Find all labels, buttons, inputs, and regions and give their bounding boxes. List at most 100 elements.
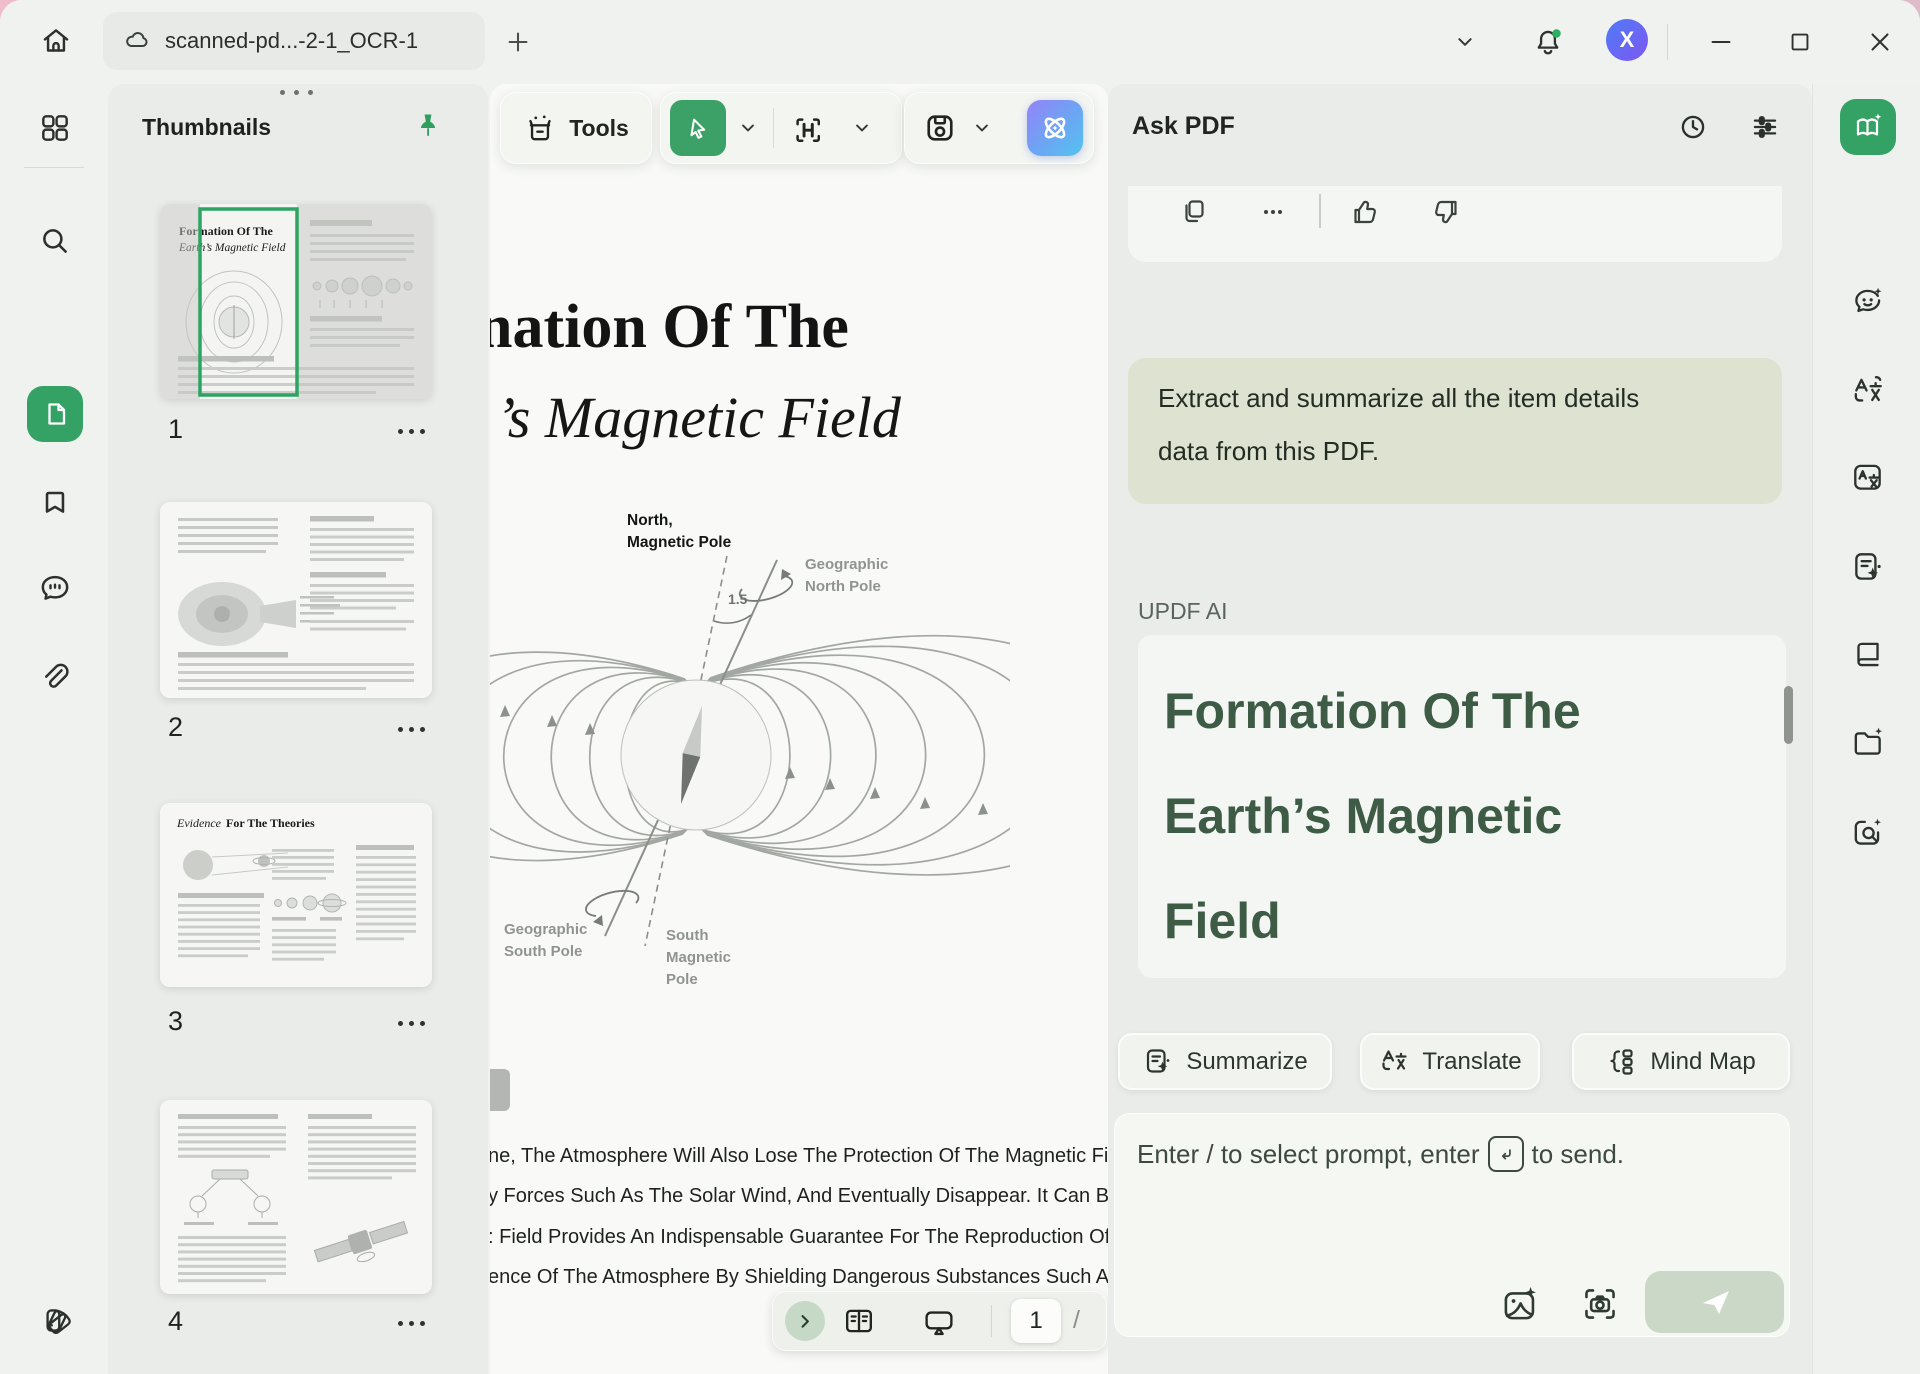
- copy-button[interactable]: [1178, 196, 1210, 228]
- minimize-button[interactable]: [1697, 18, 1745, 66]
- rail-item-reading-mode[interactable]: [1840, 627, 1896, 683]
- svg-text:North,: North,: [627, 512, 673, 529]
- document-tab[interactable]: scanned-pd...-2-1_OCR-1: [103, 12, 485, 70]
- translate-button[interactable]: Translate: [1360, 1033, 1540, 1090]
- placeholder-before: Enter / to select prompt, enter: [1137, 1139, 1480, 1170]
- two-page-view-button[interactable]: [841, 1303, 877, 1339]
- sidebar-item-comments[interactable]: [27, 559, 83, 615]
- pointer-icon: [683, 113, 713, 143]
- attach-image-button[interactable]: [1498, 1282, 1542, 1326]
- thumbnail-3-menu[interactable]: [398, 1021, 425, 1026]
- notifications-button[interactable]: [1524, 18, 1572, 66]
- page-controls-divider: [991, 1305, 992, 1337]
- thumbnail-2-menu[interactable]: [398, 727, 425, 732]
- save-dropdown[interactable]: [969, 115, 995, 141]
- heading-icon: [787, 109, 827, 149]
- send-button[interactable]: [1645, 1271, 1784, 1333]
- summarize-button[interactable]: Summarize: [1118, 1033, 1332, 1090]
- horizontal-scroll-handle[interactable]: [490, 1069, 510, 1111]
- right-sidebar: [1812, 84, 1920, 1374]
- thumbnail-page-4-preview: [160, 1100, 432, 1294]
- thumbnail-2-number: 2: [168, 712, 183, 743]
- thumbnail-page-4[interactable]: [160, 1100, 432, 1294]
- sidebar-item-apps[interactable]: [27, 100, 83, 156]
- thumbnail-page-1-preview: Formation Of The Earth’s Magnetic Field: [160, 204, 432, 399]
- ai-sender-label: UPDF AI: [1138, 598, 1227, 625]
- thumbs-down-button[interactable]: [1430, 196, 1462, 228]
- maximize-icon: [1786, 28, 1814, 56]
- sidebar-item-bookmarks[interactable]: [27, 474, 83, 530]
- copy-icon: [1178, 196, 1210, 228]
- new-tab-button[interactable]: [498, 22, 538, 62]
- svg-text:Geographic: Geographic: [805, 556, 888, 573]
- more-icon: [1257, 196, 1289, 228]
- plus-icon: [503, 27, 533, 57]
- tools-button[interactable]: Tools: [500, 92, 652, 164]
- ai-translate-icon: [1850, 374, 1886, 410]
- palette-icon: [37, 1302, 73, 1338]
- rail-item-ai-files[interactable]: [1840, 715, 1896, 771]
- thumbnail-page-1[interactable]: Formation Of The Earth’s Magnetic Field: [160, 204, 432, 399]
- expand-panel-button[interactable]: [785, 1301, 825, 1341]
- rail-item-ai-search[interactable]: [1840, 805, 1896, 861]
- ai-assistant-button[interactable]: [1027, 100, 1083, 156]
- avatar[interactable]: X: [1606, 19, 1648, 61]
- heading-tool-button[interactable]: [787, 109, 827, 149]
- rail-item-ask-pdf[interactable]: [1840, 99, 1896, 155]
- screenshot-button[interactable]: [1578, 1282, 1622, 1326]
- thumbs-up-button[interactable]: [1349, 196, 1381, 228]
- panel-drag-handle[interactable]: [280, 90, 313, 95]
- thumbnail-page-3[interactable]: Evidence For The Theories: [160, 803, 432, 987]
- rail-item-image-translate[interactable]: [1840, 449, 1896, 505]
- rail-item-ai-summary[interactable]: [1840, 539, 1896, 595]
- select-tool-dropdown[interactable]: [735, 115, 761, 141]
- thumbnail-1-menu[interactable]: [398, 429, 425, 434]
- thumbnail-4-menu[interactable]: [398, 1321, 425, 1326]
- ai-response-line1: Formation Of The: [1164, 659, 1766, 764]
- ask-pdf-title: Ask PDF: [1132, 112, 1235, 141]
- rail-item-translate[interactable]: [1840, 364, 1896, 420]
- document-title-line2: ’s Magnetic Field: [496, 384, 901, 451]
- sidebar-item-themes[interactable]: [27, 1292, 83, 1348]
- thumbnail-page-2-preview: [160, 502, 432, 698]
- page-controls-bar: 1 /: [772, 1291, 1107, 1351]
- ai-response-card: Formation Of The Earth’s Magnetic Field: [1138, 635, 1786, 978]
- presentation-button[interactable]: [921, 1303, 957, 1339]
- select-tool-button[interactable]: [670, 100, 726, 156]
- save-icon: [921, 109, 959, 147]
- ai-chat-icon: [1850, 284, 1886, 320]
- cloud-icon: [123, 27, 151, 55]
- save-button[interactable]: [921, 109, 959, 147]
- pdf-viewer: nation Of The ’s Magnetic Field: [490, 84, 1108, 1374]
- thumbnails-panel: Thumbnails Formation Of The Earth’s Magn…: [108, 84, 488, 1374]
- thumbnail-3-number: 3: [168, 1006, 183, 1037]
- sidebar-item-attachments[interactable]: [27, 650, 83, 706]
- thumbnail-page-2[interactable]: [160, 502, 432, 698]
- save-ai-group: [904, 92, 1094, 164]
- mind-map-button[interactable]: Mind Map: [1572, 1033, 1790, 1090]
- prompt-placeholder: Enter / to select prompt, enter to send.: [1137, 1136, 1624, 1172]
- search-icon: [38, 224, 72, 258]
- titlebar: scanned-pd...-2-1_OCR-1 X: [0, 0, 1920, 84]
- close-button[interactable]: [1856, 18, 1904, 66]
- chat-history-button[interactable]: [1670, 104, 1716, 150]
- pin-panel-button[interactable]: [408, 106, 448, 146]
- tab-list-button[interactable]: [1441, 18, 1489, 66]
- document-title-line1: nation Of The: [490, 292, 849, 363]
- chat-settings-button[interactable]: [1742, 104, 1788, 150]
- sidebar-item-search[interactable]: [27, 213, 83, 269]
- user-message-line2: data from this PDF.: [1158, 425, 1758, 478]
- home-button[interactable]: [28, 13, 84, 69]
- chat-scrollbar-thumb[interactable]: [1784, 686, 1793, 744]
- rail-item-ai-chat[interactable]: [1840, 274, 1896, 330]
- chevron-down-icon: [969, 115, 995, 141]
- prompt-input[interactable]: Enter / to select prompt, enter to send.: [1114, 1113, 1790, 1337]
- svg-text:Magnetic: Magnetic: [666, 949, 731, 966]
- translate-icon: [1378, 1046, 1410, 1078]
- sidebar-item-thumbnails[interactable]: [27, 386, 83, 442]
- previous-message-card: [1128, 186, 1782, 262]
- page-number-input[interactable]: 1: [1011, 1299, 1061, 1343]
- more-options-button[interactable]: [1257, 196, 1289, 228]
- maximize-button[interactable]: [1776, 18, 1824, 66]
- heading-tool-dropdown[interactable]: [849, 115, 875, 141]
